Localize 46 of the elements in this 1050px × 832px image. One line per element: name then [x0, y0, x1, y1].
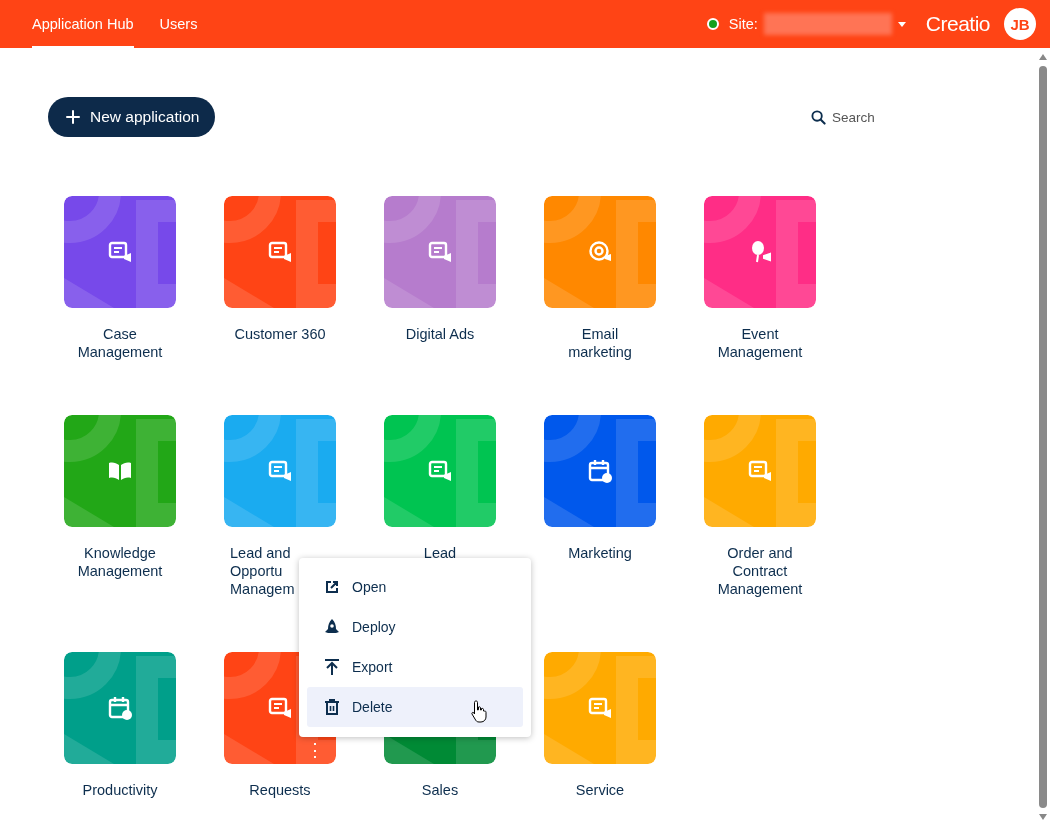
app-name: Lead and Opportu Managem [230, 544, 295, 598]
app-name: Case Management [77, 325, 163, 361]
app-name: Knowledge Management [77, 544, 163, 580]
calendar-icon [106, 694, 134, 722]
app-tile[interactable] [224, 415, 336, 527]
external-link-icon [325, 580, 339, 594]
menu-item[interactable]: Delete [307, 687, 523, 727]
app-tile[interactable] [704, 196, 816, 308]
app-tile[interactable] [544, 652, 656, 764]
brand-logo: Creatio [925, 12, 990, 36]
calendar-icon [586, 457, 614, 485]
app-tile[interactable] [64, 196, 176, 308]
app-tile[interactable] [544, 415, 656, 527]
menu-item[interactable]: Open [307, 567, 523, 607]
app-name: Customer 360 [234, 325, 326, 343]
app-tile[interactable] [64, 652, 176, 764]
menu-item[interactable]: Export [307, 647, 523, 687]
app-name: Service [575, 781, 625, 799]
app-name: Marketing [568, 544, 632, 562]
app-name: Lead [423, 544, 457, 562]
app-tile[interactable] [384, 415, 496, 527]
app-name: Requests [249, 781, 311, 799]
app-name: Order and Contract Management [717, 544, 803, 598]
site-label: Site: [728, 16, 758, 32]
scrollbar-thumb[interactable] [1039, 66, 1047, 808]
upload-icon [325, 659, 339, 675]
scroll-up-icon[interactable] [1039, 54, 1047, 60]
rocket-icon [325, 619, 339, 635]
app-tile[interactable] [224, 196, 336, 308]
scroll-down-icon[interactable] [1039, 814, 1047, 820]
new-application-button[interactable]: New application [48, 97, 216, 137]
app-tile[interactable] [544, 196, 656, 308]
app-name: Event Management [717, 325, 803, 361]
app-name: Sales [421, 781, 459, 799]
caret-icon[interactable] [897, 21, 906, 27]
app-name: Digital Ads [405, 325, 475, 343]
app-tile[interactable] [384, 196, 496, 308]
app-tile[interactable] [64, 415, 176, 527]
trash-icon [325, 699, 339, 715]
app-name: Productivity [82, 781, 158, 799]
search-icon [811, 109, 826, 125]
plus-icon [66, 110, 80, 124]
hand-cursor-icon [471, 699, 487, 723]
app-tile[interactable] [704, 415, 816, 527]
menu-item[interactable]: Deploy [307, 607, 523, 647]
app-name: Email marketing [568, 325, 632, 361]
